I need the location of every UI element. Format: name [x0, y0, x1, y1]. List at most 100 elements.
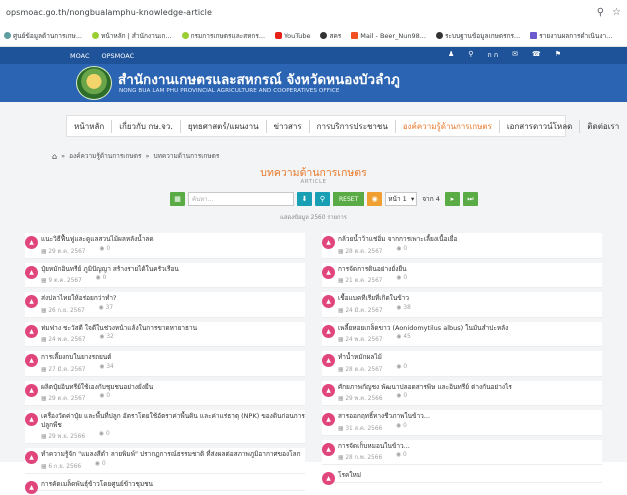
- home-icon[interactable]: ⌂: [52, 152, 57, 161]
- article-card[interactable]: ▲ การคัดเมล็ดพันธุ์ข้าวโดยศูนย์ข้าวชุมชน: [25, 477, 305, 494]
- bookmark-favicon-icon: [181, 32, 189, 39]
- article-title[interactable]: ส่งปลาไทยให้อร่อยกว่าทำ?: [41, 294, 305, 303]
- article-card[interactable]: ▲ กล้วยน้ำว้าแช่อิ่ม จากการเพาะเลี้ยงเนื้…: [322, 233, 602, 259]
- article-card[interactable]: ▲ ทำความรู้จัก "แมลงสีดำ ลายพิมพ์" ปรากฏก…: [25, 448, 305, 474]
- article-card[interactable]: ▲ ส่งปลาไทยให้อร่อยกว่าทำ? ▦ 26 ก.ย. 2567 ◉…: [25, 292, 305, 318]
- location-icon[interactable]: ⚑: [555, 50, 561, 61]
- site-banner: สำนักงานเกษตรและสหกรณ์ จังหวัดหนองบัวลำภ…: [0, 64, 627, 102]
- article-views: ◉ 0: [99, 431, 110, 437]
- article-card[interactable]: ▲ ปุ๋ยหมักอินทรีย์ ภูมิปัญญา สร้างรายได้ใ…: [25, 262, 305, 288]
- bookmark-item[interactable]: หน้าหลัก | สำนักงานเก...: [92, 31, 172, 41]
- article-card[interactable]: ▲ ห่มฟาง ชะวัสดี ใจดีในช่วงหน้าแล้งในการข…: [25, 321, 305, 347]
- article-title[interactable]: การเลี้ยงกบในยางรถยนต์: [41, 353, 305, 362]
- article-card[interactable]: ▲ โรคใหม่: [322, 469, 602, 485]
- address-bar[interactable]: opsmoac.go.th/nongbualamphu-knowledge-ar…: [0, 0, 627, 25]
- article-title[interactable]: ศักยภาพกัญชง พัฒนาปลอดสารพิษ และอินทรีย์…: [338, 383, 602, 392]
- breadcrumb-articles: บทความด้านการเกษตร: [153, 152, 220, 160]
- download-button[interactable]: ⬇: [297, 192, 312, 206]
- search-input[interactable]: ค้นหา...: [188, 192, 294, 206]
- avatar-icon: ▲: [25, 265, 38, 279]
- search-icon[interactable]: ⚲: [468, 50, 473, 61]
- star-icon[interactable]: ☆: [612, 7, 621, 18]
- page-select[interactable]: หน้า 1 ▾: [385, 192, 418, 206]
- search-button[interactable]: ⚲: [315, 192, 330, 206]
- top-strip: MOAC OPSMOAC ♟ ⚲ ก ก ✉ ☎ ⚑: [0, 47, 627, 64]
- bookmark-item[interactable]: กรมการเกษตรและสหกร...: [181, 31, 265, 41]
- article-views: ◉ 0: [99, 393, 111, 399]
- article-views: ◉ 0: [95, 275, 107, 281]
- site-title: สำนักงานเกษตรและสหกรณ์ จังหวัดหนองบัวลำภ…: [118, 72, 400, 88]
- article-title[interactable]: ทำน้ำหมักผลไม้: [338, 353, 602, 362]
- article-title[interactable]: ทำความรู้จัก "แมลงสีดำ ลายพิมพ์" ปรากฏกา…: [41, 450, 305, 459]
- bookmark-item[interactable]: ศูนย์ข้อมูลด้านการเกษ...: [4, 31, 82, 41]
- phone-icon[interactable]: ☎: [532, 50, 541, 61]
- font-size-icon[interactable]: ก ก: [487, 50, 498, 61]
- article-date: ▦ 28 ต.ค. 2567: [338, 366, 383, 373]
- link-moac[interactable]: MOAC: [70, 52, 89, 60]
- link-opsmoac[interactable]: OPSMOAC: [101, 52, 134, 60]
- article-card[interactable]: ▲ เพลี้ยหอยเกล็ดขาว (Aonidomytilus albus)…: [322, 321, 602, 347]
- avatar-icon: ▲: [25, 354, 38, 367]
- nav-item-knowledge[interactable]: องค์ความรู้ด้านการเกษตร: [396, 119, 500, 133]
- site-subtitle: NONG BUA LAM PHU PROVINCIAL AGRICULTURE …: [119, 88, 340, 94]
- article-views: ◉ 0: [396, 452, 407, 458]
- article-card[interactable]: ▲ แนะวิธีฟื้นฟูและดูแลสวนไม้ผลหลังน้ำลด ▦ …: [25, 233, 305, 259]
- bookmark-item[interactable]: สคร: [320, 31, 341, 41]
- rss-icon[interactable]: ◉: [367, 192, 383, 206]
- article-title[interactable]: เพลี้ยหอยเกล็ดขาว (Aonidomytilus albus) …: [338, 324, 602, 333]
- bookmark-item[interactable]: YouTube: [275, 32, 310, 40]
- article-title[interactable]: การจัดการดินอย่างยั่งยืน: [338, 265, 602, 274]
- next-page-button[interactable]: ▸: [444, 192, 460, 206]
- page-total: จาก 4: [422, 195, 440, 203]
- avatar-icon: ▲: [322, 236, 335, 249]
- article-views: ◉ 37: [98, 304, 114, 311]
- article-title[interactable]: เชื้อแบคทีเรียที่เกิดในข้าว: [338, 294, 602, 303]
- article-title[interactable]: ปุ๋ยหมักอินทรีย์ ภูมิปัญญา สร้างรายได้ใน…: [41, 265, 305, 274]
- article-list-left: ▲ แนะวิธีฟื้นฟูและดูแลสวนไม้ผลหลังน้ำลด ▦ …: [25, 233, 305, 495]
- avatar-icon: ▲: [25, 324, 38, 338]
- article-date: ▦ 29 พ.ย. 2566: [41, 434, 86, 440]
- zoom-icon[interactable]: ⚲: [597, 7, 604, 18]
- article-card[interactable]: ▲ เชื้อแบคทีเรียที่เกิดในข้าว ▦ 24 มี.ค. 2…: [322, 292, 602, 318]
- article-card[interactable]: ▲ สารออกฤทธิ์ทางชีวภาพในข้าว... ▦ 31 ส.ค. …: [322, 410, 602, 436]
- avatar-icon: ▲: [25, 383, 38, 397]
- nav-item-strategy[interactable]: ยุทธศาสตร์/แผนงาน: [181, 119, 267, 133]
- breadcrumb-sep-icon: »: [61, 152, 66, 160]
- article-card[interactable]: ▲ การจัดการดินอย่างยั่งยืน ▦ 21 ต.ค. 2567 ◉…: [322, 262, 602, 288]
- article-title[interactable]: โรคใหม่: [338, 471, 602, 480]
- nav-item-contact[interactable]: ติดต่อเรา: [580, 120, 626, 133]
- article-title[interactable]: เครื่องวัดค่าปุ๋ย และพื้นที่ปลูก อัตราโด…: [41, 412, 305, 429]
- url-text[interactable]: opsmoac.go.th/nongbualamphu-knowledge-ar…: [6, 8, 597, 17]
- last-page-button[interactable]: ⏭: [462, 192, 478, 206]
- mail-icon[interactable]: ✉: [512, 50, 518, 61]
- article-card[interactable]: ▲ ผลิตปุ๋ยอินทรีย์ใช้เองกับชุมชนอย่างยั่ง…: [25, 380, 305, 406]
- calendar-button[interactable]: ▦: [170, 192, 185, 206]
- breadcrumb-knowledge[interactable]: องค์ความรู้ด้านการเกษตร: [69, 151, 141, 161]
- article-title[interactable]: การจัดเก็บหมอนในข้าว...: [338, 442, 602, 451]
- article-card[interactable]: ▲ การเลี้ยงกบในยางรถยนต์ ▦ 27 มี.ค. 2567 ◉ …: [25, 351, 305, 377]
- article-title[interactable]: แนะวิธีฟื้นฟูและดูแลสวนไม้ผลหลังน้ำลด: [41, 235, 305, 244]
- article-card[interactable]: ▲ ศักยภาพกัญชง พัฒนาปลอดสารพิษ และอินทรีย…: [322, 380, 602, 406]
- article-card[interactable]: ▲ การจัดเก็บหมอนในข้าว... ▦ 28 ก.พ. 2566 ◉ …: [322, 439, 602, 465]
- nav-item-home[interactable]: หน้าหลัก: [67, 119, 113, 133]
- article-card[interactable]: ▲ ทำน้ำหมักผลไม้ ▦ 28 ต.ค. 2567 ◉ 0: [322, 351, 602, 377]
- bookmark-item[interactable]: รายงานผลการดำเนินงา...: [530, 31, 612, 41]
- nav-item-news[interactable]: ข่าวสาร: [267, 119, 310, 133]
- bookmark-item[interactable]: Mail - Beer_Nun98...: [351, 32, 426, 40]
- user-icon[interactable]: ♟: [448, 50, 454, 61]
- reset-button[interactable]: RESET: [333, 192, 365, 206]
- article-title[interactable]: การคัดเมล็ดพันธุ์ข้าวโดยศูนย์ข้าวชุมชน: [41, 480, 305, 489]
- article-title[interactable]: สารออกฤทธิ์ทางชีวภาพในข้าว...: [338, 412, 602, 421]
- article-title[interactable]: กล้วยน้ำว้าแช่อิ่ม จากการเพาะเลี้ยงเนื้อ…: [338, 235, 602, 244]
- article-date: ▦ 27 มี.ค. 2567: [41, 366, 86, 373]
- site-logo[interactable]: [76, 66, 112, 100]
- page-subtitle: ARTICLE: [300, 179, 327, 185]
- nav-item-about[interactable]: เกี่ยวกับ กษ.จว.: [112, 119, 181, 133]
- article-title[interactable]: ผลิตปุ๋ยอินทรีย์ใช้เองกับชุมชนอย่างยั่งย…: [41, 383, 305, 392]
- bookmark-item[interactable]: ระบบฐานข้อมูลเกษตรกร...: [435, 31, 520, 41]
- nav-item-downloads[interactable]: เอกสารดาวน์โหลด: [500, 119, 581, 133]
- article-title[interactable]: ห่มฟาง ชะวัสดี ใจดีในช่วงหน้าแล้งในการขา…: [41, 324, 305, 333]
- nav-item-services[interactable]: การบริการประชาชน: [310, 119, 396, 133]
- result-count: แสดงข้อมูล 2560 รายการ: [280, 215, 347, 221]
- article-card[interactable]: ▲ เครื่องวัดค่าปุ๋ย และพื้นที่ปลูก อัตราโ…: [25, 410, 305, 444]
